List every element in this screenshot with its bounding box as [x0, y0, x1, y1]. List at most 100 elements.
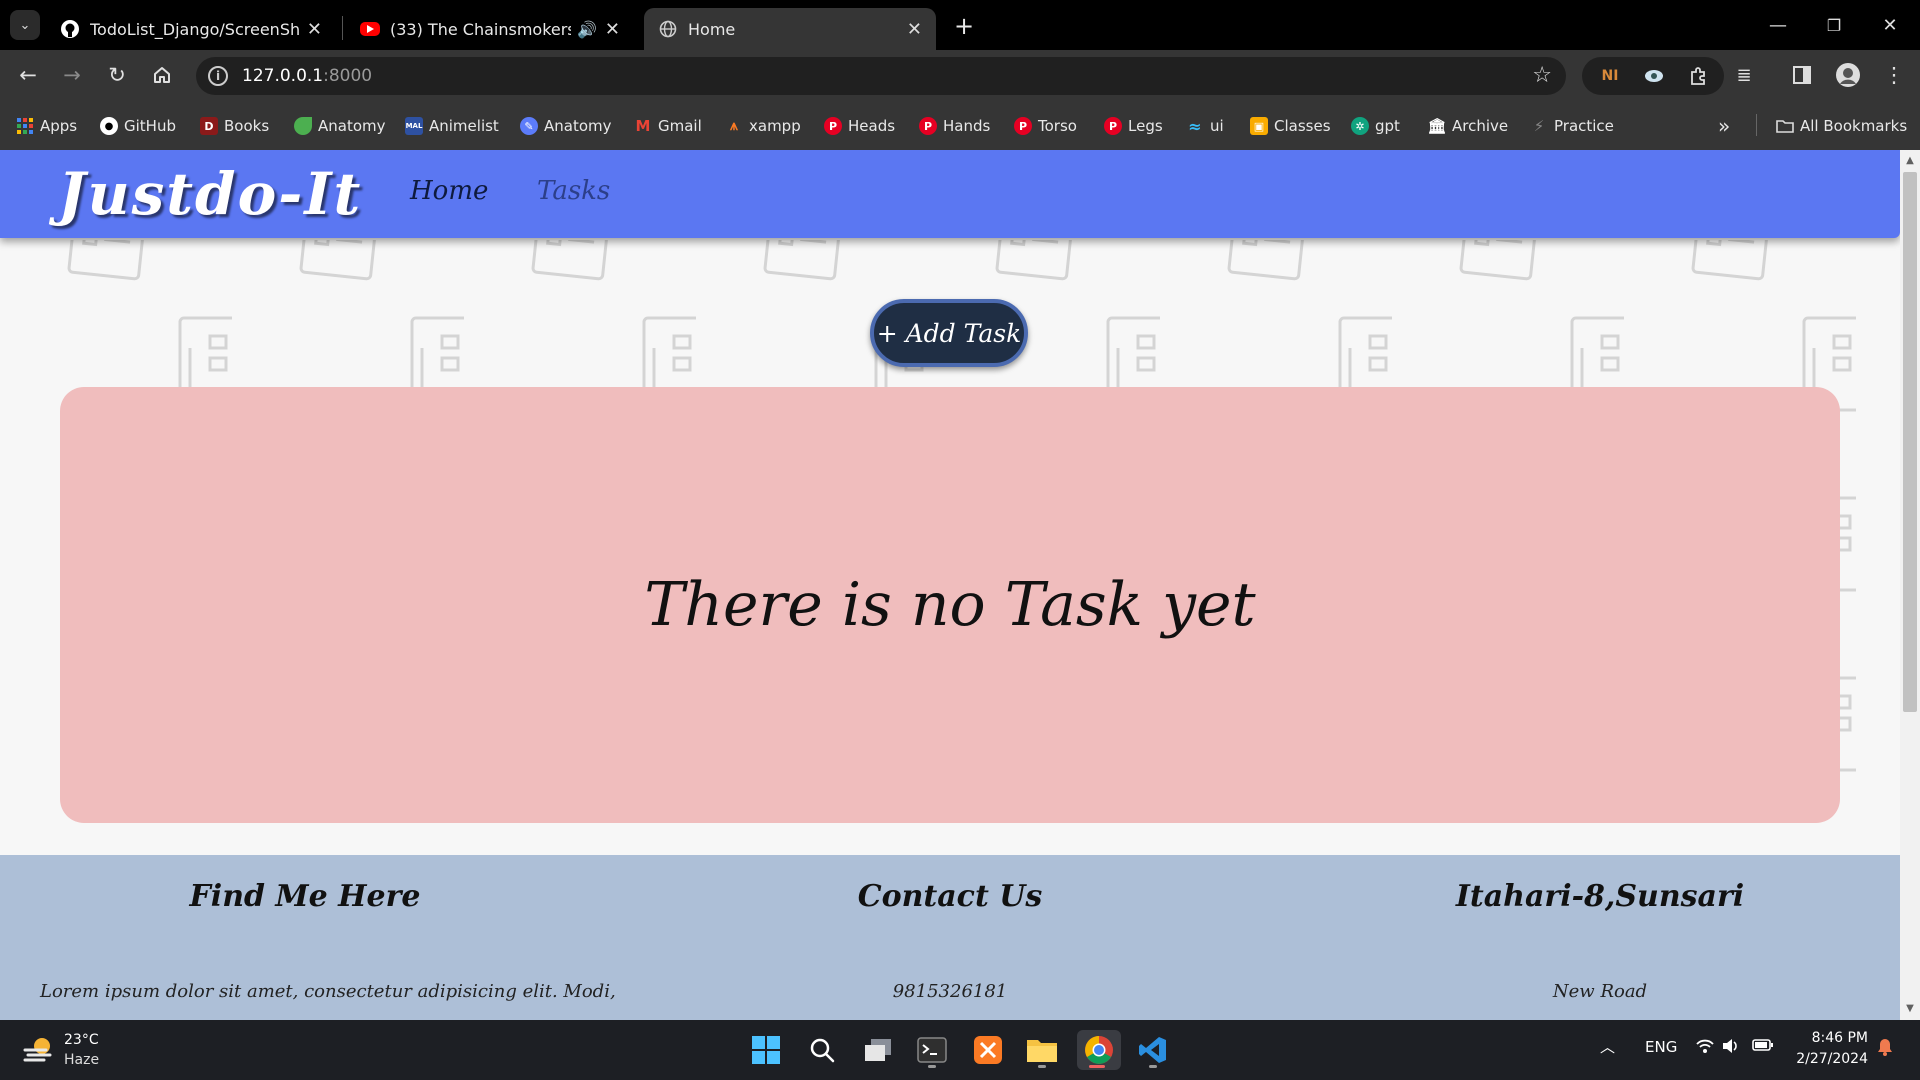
playlist-icon: ≣ — [1736, 64, 1752, 86]
chevron-up-icon: ︿ — [1600, 1038, 1616, 1056]
eye-icon[interactable] — [1642, 64, 1666, 88]
home-button[interactable] — [146, 59, 178, 91]
leaf-icon — [294, 117, 312, 135]
side-panel-icon — [1793, 66, 1811, 84]
bookmark-animelist[interactable]: MAL Animelist — [405, 114, 499, 138]
bookmark-torso[interactable]: P Torso — [1014, 114, 1077, 138]
bookmark-ui[interactable]: ≈ ui — [1186, 114, 1223, 138]
tab-strip: ⌄ TodoList_Django/ScreenShots/S ✕ (33) T… — [0, 0, 1920, 50]
bookmark-hands[interactable]: P Hands — [919, 114, 990, 138]
chrome-app[interactable] — [1077, 1030, 1121, 1070]
forward-button[interactable]: → — [56, 59, 88, 91]
bookmark-label: Legs — [1128, 117, 1163, 135]
address-bar[interactable]: i 127.0.0.1:8000 ☆ — [196, 57, 1566, 95]
bookmark-practice[interactable]: ⚡ Practice — [1530, 114, 1614, 138]
menu-button[interactable]: ⋮ — [1878, 59, 1910, 91]
terminal-app[interactable] — [912, 1030, 952, 1070]
back-button[interactable]: ← — [12, 59, 44, 91]
puzzle-icon[interactable] — [1686, 64, 1710, 88]
page-viewport: Justdo-It Home Tasks + Add Task There is… — [0, 150, 1900, 1020]
clock-time[interactable]: 8:46 PM — [1776, 1030, 1868, 1046]
task-view-button[interactable] — [858, 1030, 898, 1070]
bookmark-label: Practice — [1554, 117, 1614, 135]
bookmark-apps[interactable]: Apps — [16, 114, 77, 138]
tab-home[interactable]: Home ✕ — [644, 8, 936, 50]
file-explorer-app[interactable] — [1022, 1030, 1062, 1070]
show-hidden-icons-button[interactable]: ︿ — [1600, 1036, 1615, 1057]
bookmark-heads[interactable]: P Heads — [824, 114, 895, 138]
restore-button[interactable]: ❐ — [1812, 10, 1856, 40]
wifi-icon[interactable] — [1696, 1038, 1714, 1058]
bookmark-books[interactable]: D Books — [200, 114, 269, 138]
scroll-up-icon[interactable]: ▲ — [1904, 154, 1916, 166]
footer-heading: Contact Us — [857, 879, 1043, 914]
vscode-app[interactable] — [1133, 1030, 1173, 1070]
site-logo[interactable]: Justdo-It — [58, 160, 362, 228]
page-scrollbar[interactable]: ▲ ▼ — [1900, 150, 1920, 1020]
add-task-button[interactable]: + Add Task — [870, 299, 1028, 367]
language-indicator[interactable]: ENG — [1645, 1038, 1677, 1056]
taskbar-search-button[interactable] — [802, 1030, 842, 1070]
bookmark-anatomy-2[interactable]: ✎ Anatomy — [520, 114, 612, 138]
bookmark-xampp[interactable]: ⩚ xampp — [725, 114, 801, 138]
new-tab-button[interactable]: + — [950, 12, 978, 40]
speaker-icon[interactable]: 🔊 — [577, 20, 597, 39]
bookmark-label: xampp — [749, 117, 801, 135]
close-icon[interactable]: ✕ — [307, 19, 322, 40]
bookmark-classes[interactable]: ▣ Classes — [1250, 114, 1331, 138]
footer-column-address: Itahari-8,Sunsari New Road — [1340, 855, 1860, 1020]
side-panel-button[interactable] — [1786, 59, 1818, 91]
battery-icon[interactable] — [1752, 1038, 1774, 1056]
bookmark-label: All Bookmarks — [1800, 117, 1908, 135]
xampp-icon — [974, 1036, 1002, 1064]
bookmark-github[interactable]: ● GitHub — [100, 114, 176, 138]
start-button[interactable] — [746, 1030, 786, 1070]
tab-youtube[interactable]: (33) The Chainsmokers & Co 🔊 ✕ — [346, 8, 634, 50]
media-controls-button[interactable]: ≣ — [1728, 59, 1760, 91]
nav-tasks-link[interactable]: Tasks — [537, 176, 610, 206]
bookmark-archive[interactable]: 🏛 Archive — [1427, 114, 1508, 138]
info-icon[interactable]: i — [208, 66, 228, 86]
xampp-app[interactable] — [968, 1030, 1008, 1070]
volume-icon[interactable] — [1722, 1038, 1740, 1058]
bookmark-label: GitHub — [124, 117, 176, 135]
minimize-button[interactable]: — — [1756, 10, 1800, 40]
close-window-button[interactable]: ✕ — [1868, 10, 1912, 40]
clock-date[interactable]: 2/27/2024 — [1776, 1051, 1868, 1067]
bookmark-label: Anatomy — [318, 117, 386, 135]
task-view-icon — [865, 1039, 891, 1061]
bookmark-gmail[interactable]: M Gmail — [634, 114, 702, 138]
star-icon[interactable]: ☆ — [1532, 63, 1552, 88]
tab-github[interactable]: TodoList_Django/ScreenShots/S ✕ — [46, 8, 336, 50]
profile-avatar[interactable] — [1832, 59, 1864, 91]
close-icon[interactable]: ✕ — [605, 19, 620, 40]
weather-temperature: 23°C — [64, 1032, 99, 1048]
restore-icon: ❐ — [1826, 15, 1842, 35]
bookmark-gpt[interactable]: ✲ gpt — [1351, 114, 1400, 138]
extension-n-icon[interactable]: NI — [1598, 64, 1622, 88]
more-bookmarks-button[interactable]: » — [1718, 114, 1730, 138]
nav-home-link[interactable]: Home — [410, 176, 488, 206]
arrow-left-icon: ← — [19, 63, 37, 87]
bookmark-label: Books — [224, 117, 270, 135]
footer-heading: Find Me Here — [189, 879, 421, 914]
reload-button[interactable]: ↻ — [101, 59, 133, 91]
close-icon[interactable]: ✕ — [907, 19, 922, 40]
pinterest-icon: P — [919, 117, 937, 135]
bookmark-divider — [1756, 114, 1757, 136]
bookmark-legs[interactable]: P Legs — [1104, 114, 1163, 138]
scrollbar-thumb[interactable] — [1903, 172, 1917, 712]
running-indicator — [928, 1065, 936, 1068]
all-bookmarks-button[interactable]: All Bookmarks — [1776, 114, 1907, 138]
arrow-right-icon: → — [63, 63, 81, 87]
url-text[interactable]: 127.0.0.1:8000 — [242, 66, 372, 86]
tab-search-button[interactable]: ⌄ — [10, 10, 40, 40]
notification-bell-icon[interactable] — [1876, 1038, 1894, 1060]
bookmark-label: Anatomy — [544, 117, 612, 135]
scroll-down-icon[interactable]: ▼ — [1904, 1002, 1916, 1014]
bookmark-label: Gmail — [658, 117, 702, 135]
footer-phone: 9815326181 — [892, 981, 1008, 1002]
bookmark-anatomy[interactable]: Anatomy — [294, 114, 386, 138]
bookmark-label: gpt — [1375, 117, 1400, 135]
tab-title: TodoList_Django/ScreenShots/S — [90, 19, 299, 39]
